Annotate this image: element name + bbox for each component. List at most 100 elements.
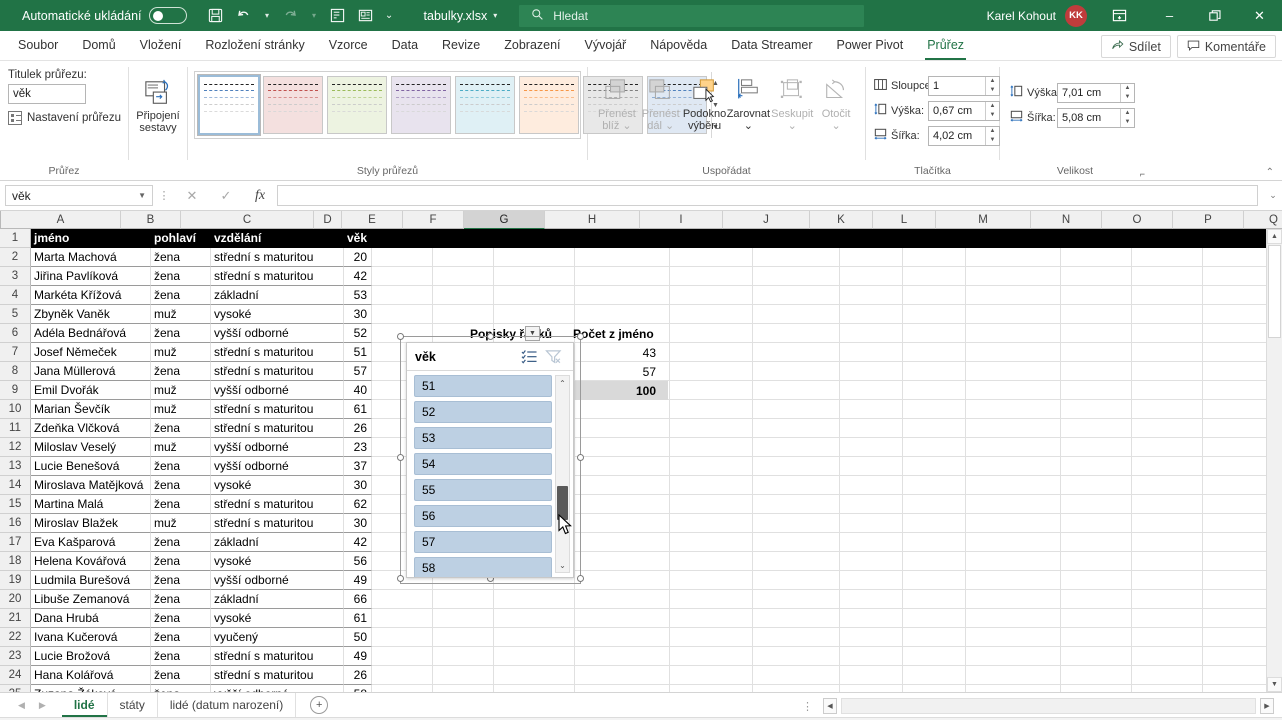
cell-N11[interactable] — [1061, 419, 1132, 438]
cell-P23[interactable] — [1203, 647, 1274, 666]
cell-G25[interactable] — [494, 685, 575, 692]
cell-B10[interactable]: muž — [151, 400, 211, 419]
row-header-7[interactable]: 7 — [0, 343, 31, 362]
cell-P25[interactable] — [1203, 685, 1274, 692]
select-all-corner[interactable] — [0, 211, 1, 229]
size-width-stepper[interactable]: 5,08 cm ▲ ▼ — [1057, 107, 1135, 128]
undo-icon[interactable] — [231, 4, 257, 28]
cell-J15[interactable] — [753, 495, 840, 514]
style-light-olive[interactable] — [327, 76, 387, 134]
cell-B3[interactable]: žena — [151, 267, 211, 286]
cell-C15[interactable]: střední s maturitou — [211, 495, 344, 514]
autosave-control[interactable]: Automatické ukládání — [22, 7, 187, 24]
search-box[interactable]: Hledat — [519, 4, 865, 27]
size-dialog-launcher[interactable]: ⌐ — [1140, 169, 1145, 179]
cell-B11[interactable]: žena — [151, 419, 211, 438]
cell-D25[interactable]: 58 — [344, 685, 372, 692]
sheet-tab-lid-datum-narozen-[interactable]: lidé (datum narození) — [158, 692, 297, 718]
formula-input[interactable] — [277, 185, 1258, 206]
row-header-6[interactable]: 6 — [0, 324, 31, 343]
cell-K5[interactable] — [840, 305, 903, 324]
cell-L20[interactable] — [903, 590, 966, 609]
row-header-15[interactable]: 15 — [0, 495, 31, 514]
cell-J16[interactable] — [753, 514, 840, 533]
row-header-8[interactable]: 8 — [0, 362, 31, 381]
cell-L18[interactable] — [903, 552, 966, 571]
cell-I24[interactable] — [670, 666, 753, 685]
cell-J12[interactable] — [753, 438, 840, 457]
cell-B2[interactable]: žena — [151, 248, 211, 267]
restore-button[interactable] — [1192, 0, 1237, 31]
cell-C21[interactable]: vysoké — [211, 609, 344, 628]
cell-O6[interactable] — [1132, 324, 1203, 343]
cell-P24[interactable] — [1203, 666, 1274, 685]
cell-I9[interactable] — [670, 381, 753, 400]
cell-J3[interactable] — [753, 267, 840, 286]
cell-A4[interactable]: Markéta Křížová — [31, 286, 151, 305]
cell-D17[interactable]: 42 — [344, 533, 372, 552]
cell-N24[interactable] — [1061, 666, 1132, 685]
column-header-N[interactable]: N — [1031, 211, 1102, 229]
cell-B20[interactable]: žena — [151, 590, 211, 609]
tab-domu[interactable]: Domů — [70, 31, 127, 60]
columns-spin-down[interactable]: ▼ — [986, 86, 999, 95]
cell-B14[interactable]: žena — [151, 476, 211, 495]
cell-J20[interactable] — [753, 590, 840, 609]
file-name-button[interactable]: tabulky.xlsx ▾ — [424, 9, 498, 23]
row-header-13[interactable]: 13 — [0, 457, 31, 476]
cell-J6[interactable] — [753, 324, 840, 343]
cell-F5[interactable] — [433, 305, 494, 324]
hscroll-left-arrow[interactable]: ◀ — [823, 698, 837, 714]
cell-K15[interactable] — [840, 495, 903, 514]
cell-F2[interactable] — [433, 248, 494, 267]
row-header-9[interactable]: 9 — [0, 381, 31, 400]
cell-O25[interactable] — [1132, 685, 1203, 692]
sort-ascending-icon[interactable] — [325, 4, 351, 28]
cell-P20[interactable] — [1203, 590, 1274, 609]
slicer-item-55[interactable]: 55 — [414, 479, 552, 501]
row-header-19[interactable]: 19 — [0, 571, 31, 590]
column-header-I[interactable]: I — [640, 211, 723, 229]
undo-dropdown-icon[interactable]: ▾ — [259, 4, 276, 28]
cell-J22[interactable] — [753, 628, 840, 647]
cell-P12[interactable] — [1203, 438, 1274, 457]
close-button[interactable]: ✕ — [1237, 0, 1282, 31]
cell-L16[interactable] — [903, 514, 966, 533]
cell-B16[interactable]: muž — [151, 514, 211, 533]
cell-L14[interactable] — [903, 476, 966, 495]
cell-B13[interactable]: žena — [151, 457, 211, 476]
cell-H25[interactable] — [575, 685, 670, 692]
cell-E25[interactable] — [372, 685, 433, 692]
cell-D9[interactable]: 40 — [344, 381, 372, 400]
cell-L15[interactable] — [903, 495, 966, 514]
cell-M19[interactable] — [966, 571, 1061, 590]
cell-K4[interactable] — [840, 286, 903, 305]
cell-B9[interactable]: muž — [151, 381, 211, 400]
resize-handle-bl[interactable] — [397, 575, 404, 582]
cell-I8[interactable] — [670, 362, 753, 381]
row-header-11[interactable]: 11 — [0, 419, 31, 438]
cell-C5[interactable]: vysoké — [211, 305, 344, 324]
style-light-aqua[interactable] — [455, 76, 515, 134]
cell-D12[interactable]: 23 — [344, 438, 372, 457]
cell-O4[interactable] — [1132, 286, 1203, 305]
cancel-formula-button[interactable]: ✕ — [175, 188, 209, 204]
button-width-stepper[interactable]: 4,02 cm ▲ ▼ — [928, 125, 1000, 146]
resize-handle-br[interactable] — [577, 575, 584, 582]
style-light-purple[interactable] — [391, 76, 451, 134]
cell-C9[interactable]: vyšší odborné — [211, 381, 344, 400]
cell-H11[interactable] — [575, 419, 670, 438]
cell-M13[interactable] — [966, 457, 1061, 476]
cell-P7[interactable] — [1203, 343, 1274, 362]
cell-C13[interactable]: vyšší odborné — [211, 457, 344, 476]
cell-D5[interactable]: 30 — [344, 305, 372, 324]
name-box[interactable]: věk ▼ — [5, 185, 153, 206]
cell-O10[interactable] — [1132, 400, 1203, 419]
row-header-20[interactable]: 20 — [0, 590, 31, 609]
cell-M17[interactable] — [966, 533, 1061, 552]
cell-O19[interactable] — [1132, 571, 1203, 590]
resize-handle-tl[interactable] — [397, 333, 404, 340]
cell-B5[interactable]: muž — [151, 305, 211, 324]
cell-L8[interactable] — [903, 362, 966, 381]
cell-M10[interactable] — [966, 400, 1061, 419]
